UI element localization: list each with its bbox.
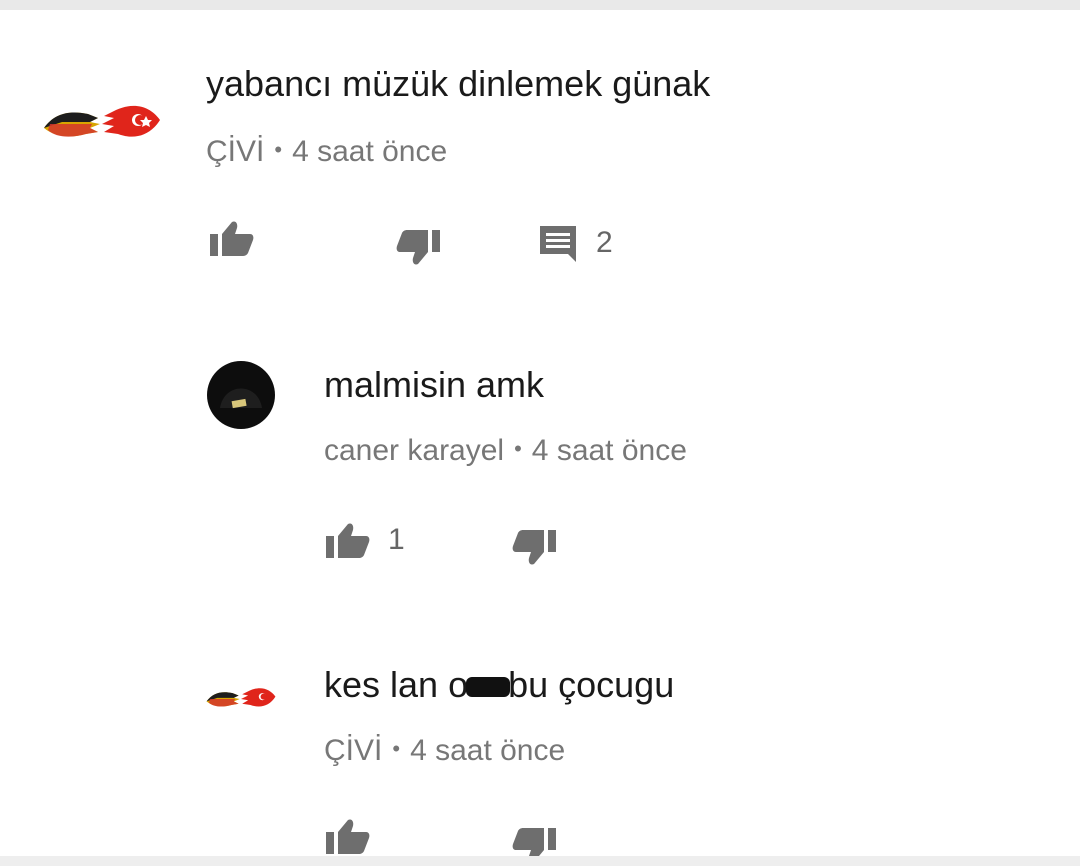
dislike-button[interactable] xyxy=(512,828,556,856)
comment-text-after: bu çocugu xyxy=(508,664,675,705)
comment-meta: ÇİVİ • 4 saat önce xyxy=(324,734,565,768)
like-button[interactable] xyxy=(326,818,370,854)
flag-hands-icon xyxy=(206,688,276,707)
comment-text-before: kes lan o xyxy=(324,664,469,705)
redaction-mark xyxy=(466,677,511,698)
thumbs-up-icon xyxy=(326,819,370,854)
separator-dot: • xyxy=(392,736,401,761)
thumbs-down-icon xyxy=(512,828,556,856)
comment-text: kes lan o bu çocugu xyxy=(324,664,674,706)
bottom-edge xyxy=(0,856,1080,866)
timestamp: 4 saat önce xyxy=(410,734,566,767)
author-name[interactable]: ÇİVİ xyxy=(324,734,382,767)
comment-3: kes lan o bu çocugu ÇİVİ • 4 saat önce xyxy=(0,0,1080,866)
avatar-flag-hands[interactable] xyxy=(204,680,278,718)
